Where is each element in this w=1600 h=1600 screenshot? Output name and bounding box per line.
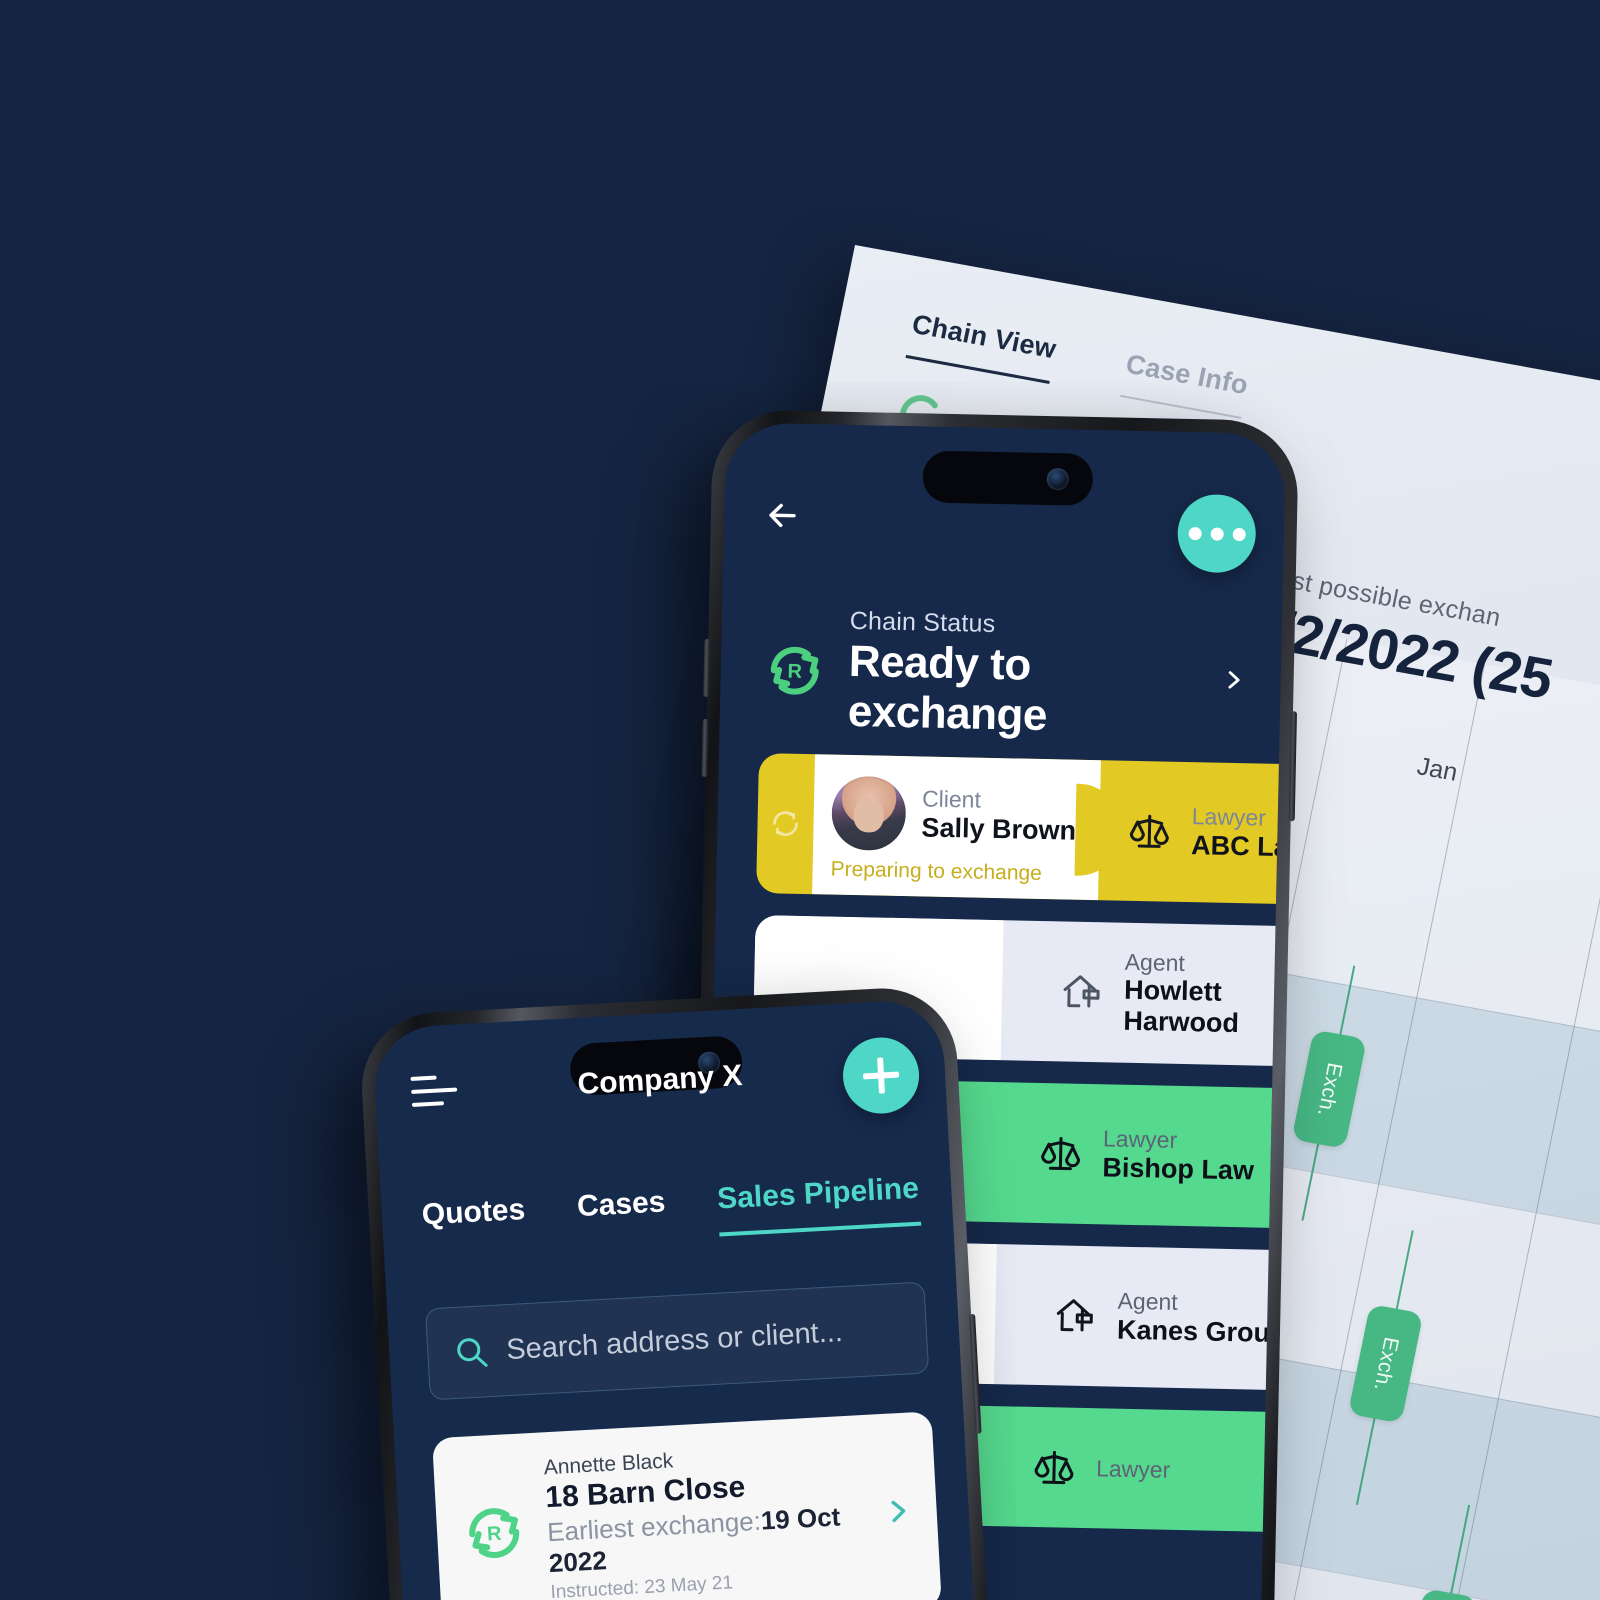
scales-icon <box>1041 1136 1081 1171</box>
phone-volume-down-button[interactable] <box>701 718 709 777</box>
card-status-icon-slot <box>756 753 815 894</box>
agent-name: Kanes Group <box>1116 1314 1286 1348</box>
lawyer-name: Bishop Law <box>1102 1152 1255 1186</box>
svg-text:R: R <box>787 661 802 683</box>
pipeline-case-card[interactable]: R Annette Black 18 Barn Close Earliest e… <box>432 1411 942 1600</box>
lawyer-pane: Lawyer <box>973 1406 1286 1533</box>
lawyer-pane: Lawyer ABC Law <box>1074 760 1286 905</box>
svg-text:R: R <box>486 1523 502 1546</box>
chain-refresh-r-icon: R <box>770 646 819 695</box>
scales-icon <box>1034 1450 1074 1485</box>
house-sign-icon <box>1056 1299 1093 1332</box>
screenshot-stage: unavailable Exch. Exch. Exch. Chain View… <box>0 0 1600 1600</box>
house-sign-icon <box>1063 975 1100 1008</box>
front-camera-icon <box>1046 468 1070 491</box>
sheet-tab-bar: Chain View Case Info <box>905 308 1251 419</box>
pipeline-tab-bar: Quotes Cases Sales Pipeline <box>421 1171 921 1253</box>
lawyer-role-label: Lawyer <box>1102 1125 1178 1154</box>
sheet-tab-case-info[interactable]: Case Info <box>1119 348 1251 419</box>
tab-sales-pipeline[interactable]: Sales Pipeline <box>716 1171 921 1237</box>
search-input-placeholder: Search address or client... <box>505 1315 844 1366</box>
search-icon <box>457 1338 488 1367</box>
chain-card[interactable]: Client Sally Brown Preparing to exchange <box>756 753 1286 905</box>
refresh-icon <box>773 811 798 836</box>
lawyer-role-label: Lawyer <box>1095 1455 1171 1483</box>
agent-pane: Agent Kanes Group <box>994 1244 1286 1391</box>
agent-role-label: Agent <box>1117 1287 1178 1316</box>
client-substatus: Preparing to exchange <box>830 857 1043 885</box>
client-pane: Client Sally Brown Preparing to exchange <box>812 754 1101 901</box>
more-horizontal-icon <box>1188 526 1246 541</box>
tab-cases[interactable]: Cases <box>576 1185 667 1240</box>
agent-pane: Agent Howlett Harwood <box>1001 920 1286 1067</box>
pipeline-header: Company X <box>373 1026 947 1141</box>
lawyer-pane: Lawyer Bishop Law <box>979 1082 1286 1229</box>
chevron-right-icon[interactable] <box>884 1498 911 1525</box>
chain-detail-topbar <box>723 482 1285 576</box>
chevron-right-icon[interactable] <box>1222 669 1244 691</box>
lawyer-name: ABC Law <box>1190 829 1286 863</box>
search-field[interactable]: Search address or client... <box>424 1281 930 1401</box>
chain-refresh-r-icon: R <box>469 1508 520 1558</box>
chain-status-value: Ready to exchange <box>847 636 1048 741</box>
client-name: Sally Brown <box>921 812 1077 846</box>
arrow-left-icon[interactable] <box>762 493 807 538</box>
client-role-label: Client <box>921 785 982 813</box>
scales-icon <box>1129 814 1169 848</box>
phone-sales-pipeline: Company X Quotes Cases Sales Pipeline Se… <box>358 984 998 1600</box>
agent-name: Howlett Harwood <box>1123 974 1240 1039</box>
client-avatar <box>831 775 907 852</box>
chain-status-row[interactable]: R Chain Status Ready to exchange <box>761 605 1246 745</box>
sheet-tab-chain-view[interactable]: Chain View <box>905 308 1059 384</box>
lawyer-role-label: Lawyer <box>1191 803 1267 831</box>
phone-volume-up-button[interactable] <box>703 638 711 697</box>
tab-quotes[interactable]: Quotes <box>421 1193 527 1249</box>
more-options-button[interactable] <box>1176 493 1257 574</box>
agent-role-label: Agent <box>1124 948 1186 976</box>
sales-pipeline-screen: Company X Quotes Cases Sales Pipeline Se… <box>371 998 985 1600</box>
